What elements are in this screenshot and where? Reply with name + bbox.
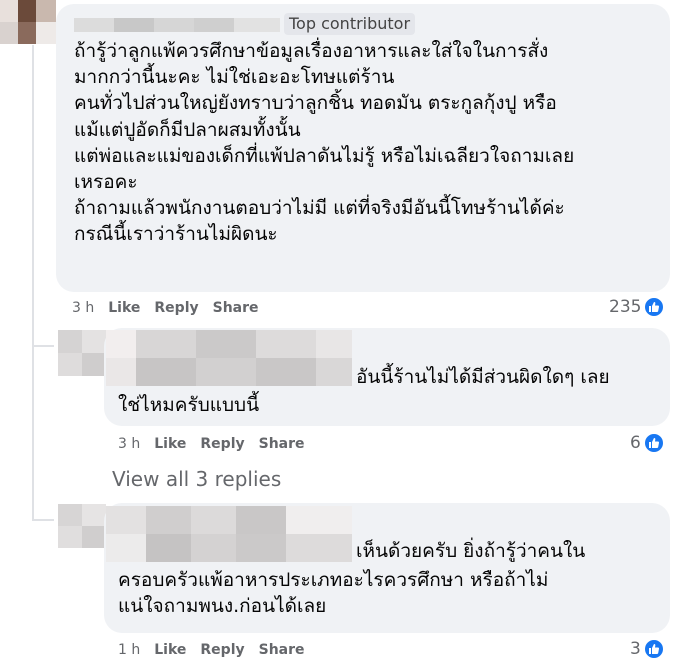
- reaction-number: 6: [630, 433, 641, 453]
- thread-line: [32, 45, 34, 521]
- share-button[interactable]: Share: [259, 436, 305, 452]
- comment-line: มากกว่านี้นะคะ ไม่ใช่เอะอะโทษแต่ร้าน: [74, 66, 395, 89]
- comment-line: แน่ใจถามพนง.ก่อนได้เลย: [118, 595, 327, 618]
- share-button[interactable]: Share: [213, 300, 259, 316]
- comment-line: ครอบครัวแพ้อาหารประเภทอะไรควรศึกษา หรือถ…: [118, 569, 549, 591]
- comment-text: ถ้ารู้ว่าลูกแพ้ควรศึกษาข้อมูลเรื่องอาหาร…: [74, 38, 574, 248]
- comment-text: อันนี้ร้านไม่ได้มีส่วนผิดใดๆ เลย: [356, 364, 610, 390]
- reaction-number: 235: [609, 297, 642, 317]
- reaction-count[interactable]: 3: [630, 638, 665, 660]
- comment-text: ใช่ไหมครับแบบนี้: [118, 392, 259, 418]
- share-button[interactable]: Share: [259, 642, 305, 658]
- reply-button[interactable]: Reply: [200, 642, 244, 658]
- like-thumb-icon: [643, 296, 666, 318]
- like-button[interactable]: Like: [154, 642, 186, 658]
- like-thumb-icon: [642, 638, 665, 660]
- avatar[interactable]: [0, 0, 56, 44]
- comment-line: ถ้าถามแล้วพนักงานตอบว่าไม่มี แต่ที่จริงม…: [74, 197, 565, 220]
- timestamp[interactable]: 3 h: [72, 300, 94, 316]
- reply-button[interactable]: Reply: [200, 436, 244, 452]
- avatar[interactable]: [58, 330, 106, 376]
- thread-line: [32, 345, 54, 347]
- comment-actions: 1 h Like Reply Share: [118, 642, 305, 658]
- timestamp[interactable]: 1 h: [118, 642, 140, 658]
- comment-line: อันนี้ร้านไม่ได้มีส่วนผิดใดๆ เลย: [356, 366, 610, 388]
- like-button[interactable]: Like: [154, 436, 186, 452]
- avatar[interactable]: [58, 504, 106, 548]
- comment-text: เห็นด้วยครับ ยิ่งถ้ารู้ว่าคนใน: [356, 538, 585, 564]
- comment-line: ถ้ารู้ว่าลูกแพ้ควรศึกษาข้อมูลเรื่องอาหาร…: [74, 40, 549, 62]
- comment-line: ใช่ไหมครับแบบนี้: [118, 394, 260, 416]
- reaction-count[interactable]: 6: [630, 432, 665, 454]
- like-button[interactable]: Like: [108, 300, 140, 316]
- thread-line: [32, 519, 54, 521]
- comment-actions: 3 h Like Reply Share: [118, 436, 305, 452]
- comment-line: แต่พ่อและแม่ของเด็กที่แพ้ปลาดันไม่รู้ หร…: [74, 144, 575, 167]
- reply-button[interactable]: Reply: [154, 300, 198, 316]
- view-all-replies-link[interactable]: View all 3 replies: [112, 467, 281, 491]
- timestamp[interactable]: 3 h: [118, 436, 140, 452]
- author-name-blurred[interactable]: [74, 14, 280, 36]
- comment-line: กรณีนี้เราว่าร้านไม่ผิดนะ: [74, 223, 278, 246]
- reaction-count[interactable]: 235: [609, 296, 666, 318]
- reaction-number: 3: [630, 639, 641, 659]
- comment-text: ครอบครัวแพ้อาหารประเภทอะไรควรศึกษา หรือถ…: [118, 567, 548, 619]
- comment-actions: 3 h Like Reply Share: [72, 300, 259, 316]
- author-name-blurred[interactable]: [106, 330, 352, 386]
- top-contributor-badge: Top contributor: [284, 13, 416, 35]
- comment-line: คนทั่วไปส่วนใหญ่ยังทราบว่าลูกชิ้น ทอดมัน…: [74, 92, 557, 115]
- comment-line: เหรอคะ: [74, 171, 138, 194]
- author-name-blurred[interactable]: [106, 506, 352, 562]
- comment-line: เห็นด้วยครับ ยิ่งถ้ารู้ว่าคนใน: [356, 540, 586, 562]
- like-thumb-icon: [642, 432, 665, 454]
- comment-line: แม้แต่ปูอัดก็มีปลาผสมทั้งนั้น: [74, 118, 301, 141]
